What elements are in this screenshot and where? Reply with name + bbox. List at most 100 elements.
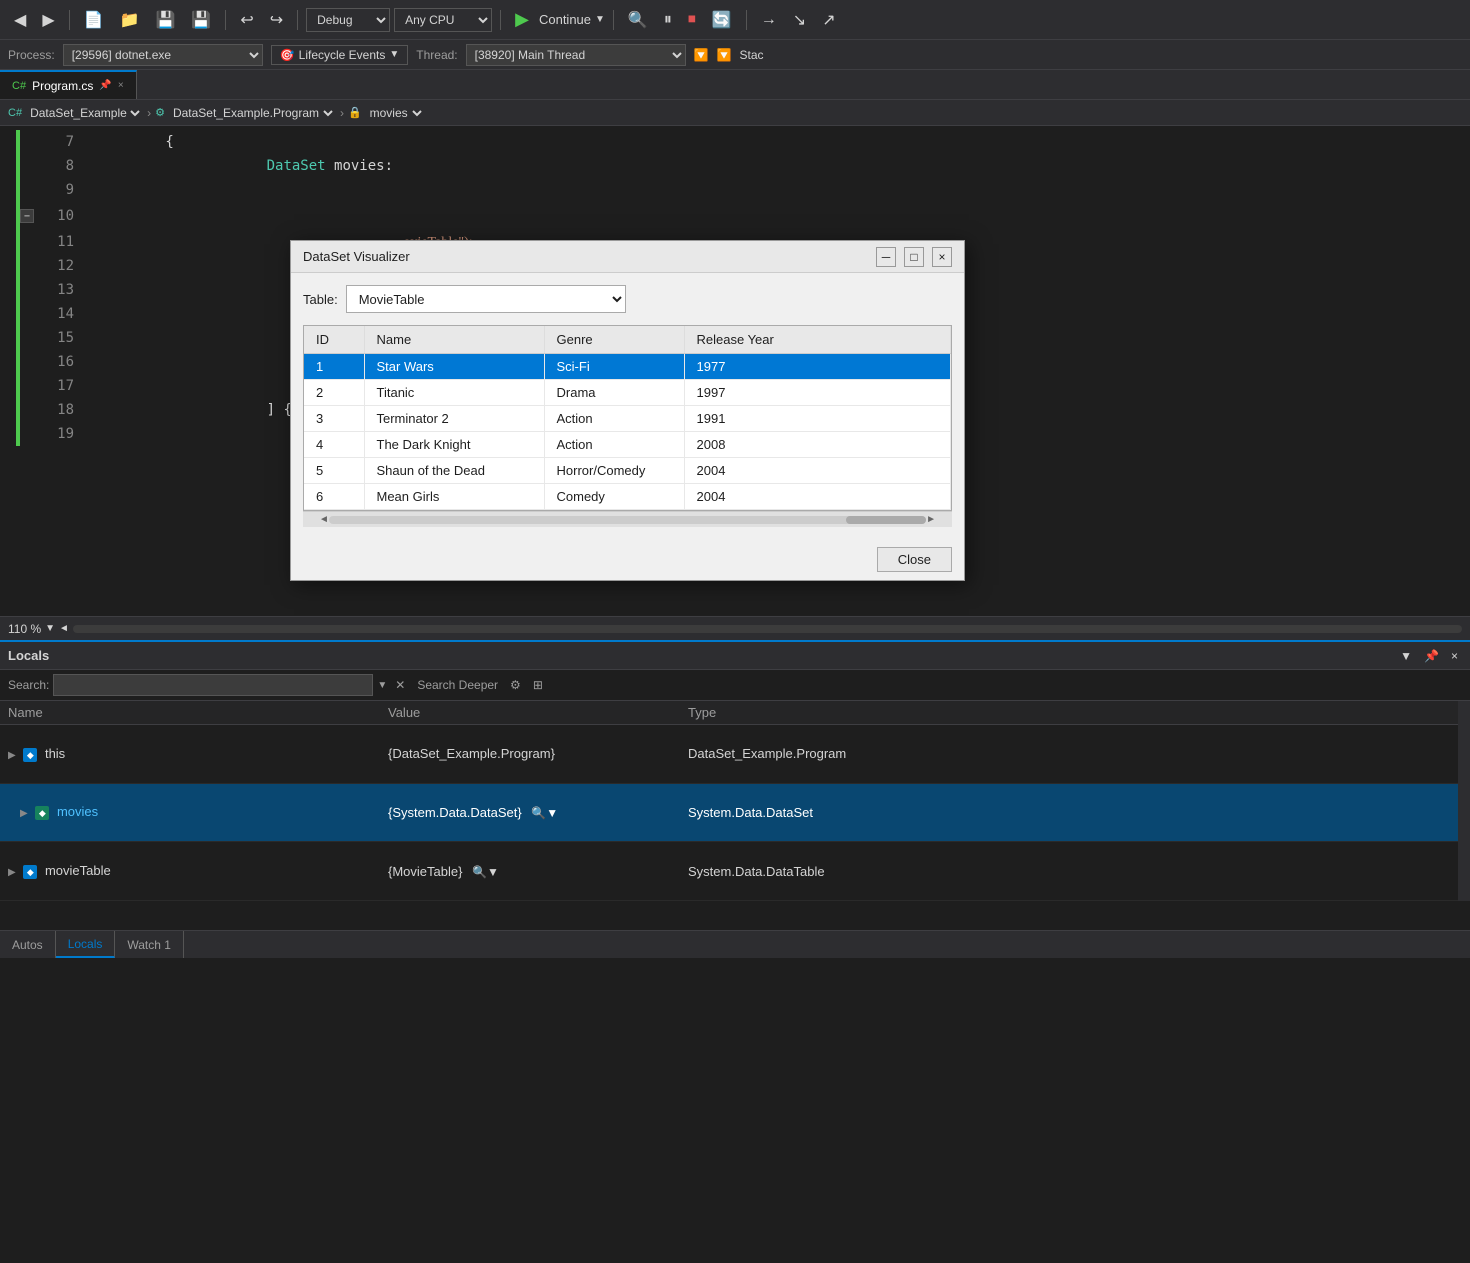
filter2-icon[interactable]: 🔽 [717,48,732,62]
horizontal-scrollbar[interactable] [73,625,1462,633]
table-header-row: ID Name Genre Release Year [304,326,951,354]
table-row-2[interactable]: 3 Terminator 2 Action 1991 [304,406,951,432]
save-btn[interactable]: 💾 [149,6,181,34]
continue-btn[interactable]: ▶ [509,5,535,34]
locals-dropdown-btn[interactable]: ▼ [1396,647,1416,665]
cell-genre-3: Action [544,432,684,458]
table-select-dropdown[interactable]: MovieTable [346,285,626,313]
step-over-btn[interactable]: → [755,7,783,33]
tab-watch1[interactable]: Watch 1 [115,931,184,958]
step-into-btn[interactable]: ↘ [787,6,812,34]
sep5 [613,10,614,30]
table-row-0[interactable]: 1 Star Wars Sci-Fi 1977 [304,354,951,380]
data-table-wrapper: ID Name Genre Release Year 1 Star Wars S… [303,325,952,511]
redo-btn[interactable]: ↪ [264,6,289,34]
tab-close-btn[interactable]: × [118,80,124,91]
zoom-dropdown-btn[interactable]: ▼ [45,623,55,634]
locals-pin-btn[interactable]: 📌 [1420,647,1443,665]
modal-scrollbar[interactable]: ◄ ► [303,511,952,527]
filter-icon[interactable]: 🔽 [694,48,709,62]
cell-year-0: 1977 [684,354,951,380]
process-bar: Process: [29596] dotnet.exe 🎯 Lifecycle … [0,40,1470,70]
step-out-btn[interactable]: ↗ [816,6,841,34]
save-all-btn[interactable]: 💾 [185,6,217,34]
scroll-thumb[interactable] [846,516,926,524]
locals-close-btn[interactable]: × [1447,647,1462,665]
locals-toolbar: ▼ 📌 × [1396,647,1462,665]
green-bar-15 [16,326,20,350]
cell-name-2: Terminator 2 [364,406,544,432]
search-dropdown-btn[interactable]: ▼ [377,680,387,691]
continue-label: Continue [539,12,591,27]
platform-dropdown[interactable]: Any CPU [394,8,492,32]
collapse-10[interactable]: − [20,209,34,223]
locals-value-this: {DataSet_Example.Program} [380,725,680,784]
green-bar-19 [16,422,20,446]
continue-dropdown-arrow[interactable]: ▼ [595,14,605,25]
locals-scrollbar[interactable] [1458,701,1470,901]
settings-btn[interactable]: ⚙ [506,676,525,694]
line-num-17: 17 [40,378,90,394]
table-row-1[interactable]: 2 Titanic Drama 1997 [304,380,951,406]
scroll-right-arrow[interactable]: ► [926,514,936,525]
locals-header: Locals ▼ 📌 × [0,642,1470,670]
col-year: Release Year [684,326,951,354]
member-dropdown[interactable]: movies [366,105,425,121]
line-num-7: 7 [40,134,90,150]
modal-close-action-btn[interactable]: Close [877,547,952,572]
movietable-type: System.Data.DataTable [688,864,825,879]
tab-autos[interactable]: Autos [0,931,56,958]
line-num-8: 8 [40,158,90,174]
restart-btn[interactable]: 🔄 [706,6,738,34]
expand-movies[interactable]: ▶ [8,808,28,819]
undo-btn[interactable]: ↩ [234,6,259,34]
cell-year-3: 2008 [684,432,951,458]
debug-config-dropdown[interactable]: Debug [306,8,390,32]
locals-type-this: DataSet_Example.Program [680,725,1458,784]
columns-btn[interactable]: ⊞ [529,676,547,694]
process-dropdown[interactable]: [29596] dotnet.exe [63,44,263,66]
modal-minimize-btn[interactable]: ─ [876,247,896,267]
modal-title: DataSet Visualizer [303,249,876,264]
expand-this[interactable]: ▶ [8,750,16,761]
scroll-track[interactable] [329,516,926,524]
table-row-4[interactable]: 5 Shaun of the Dead Horror/Comedy 2004 [304,458,951,484]
locals-row-movies[interactable]: ▶ ◆ movies {System.Data.DataSet} 🔍▼ Syst… [0,783,1458,842]
scroll-left-btn[interactable]: ◄ [59,623,69,634]
modal-maximize-btn[interactable]: □ [904,247,924,267]
expand-movietable[interactable]: ▶ [8,867,16,878]
cell-id-0: 1 [304,354,364,380]
sep4 [500,10,501,30]
search-deeper-btn[interactable]: Search Deeper [413,676,502,694]
tab-program-cs[interactable]: C# Program.cs 📌 × [0,70,137,99]
new-file-btn[interactable]: 📄 [78,6,110,34]
clear-search-btn[interactable]: ✕ [391,676,409,694]
lifecycle-btn[interactable]: 🎯 Lifecycle Events ▼ [271,45,409,65]
tab-filename: Program.cs [32,79,93,93]
magnify2-icon[interactable]: 🔍▼ [472,865,499,879]
magnify-icon[interactable]: 🔍▼ [531,806,558,820]
stop-btn[interactable]: ⏹ [682,7,702,33]
class-icon: ⚙ [155,106,165,119]
cell-genre-4: Horror/Comedy [544,458,684,484]
green-bar-16 [16,350,20,374]
pause-btn[interactable]: ⏸ [658,7,678,33]
scroll-left-arrow[interactable]: ◄ [319,514,329,525]
search-btn[interactable]: 🔍 [622,6,654,34]
zoom-bar: 110 % ▼ ◄ [0,616,1470,640]
table-row-5[interactable]: 6 Mean Girls Comedy 2004 [304,484,951,510]
fwd-btn[interactable]: ▶ [36,6,60,34]
namespace-dropdown[interactable]: DataSet_Example [26,105,143,121]
locals-row-this[interactable]: ▶ ◆ this {DataSet_Example.Program} DataS… [0,725,1458,784]
search-input[interactable] [53,674,373,696]
locals-row-movietable[interactable]: ▶ ◆ movieTable {MovieTable} 🔍▼ System.Da… [0,842,1458,901]
tab-locals[interactable]: Locals [56,931,116,958]
open-btn[interactable]: 📁 [114,6,146,34]
class-dropdown[interactable]: DataSet_Example.Program [169,105,336,121]
modal-close-btn[interactable]: × [932,247,952,267]
back-btn[interactable]: ◀ [8,6,32,34]
col-value: Value [380,701,680,725]
pin-icon[interactable]: 📌 [99,80,111,91]
thread-dropdown[interactable]: [38920] Main Thread [466,44,686,66]
table-row-3[interactable]: 4 The Dark Knight Action 2008 [304,432,951,458]
